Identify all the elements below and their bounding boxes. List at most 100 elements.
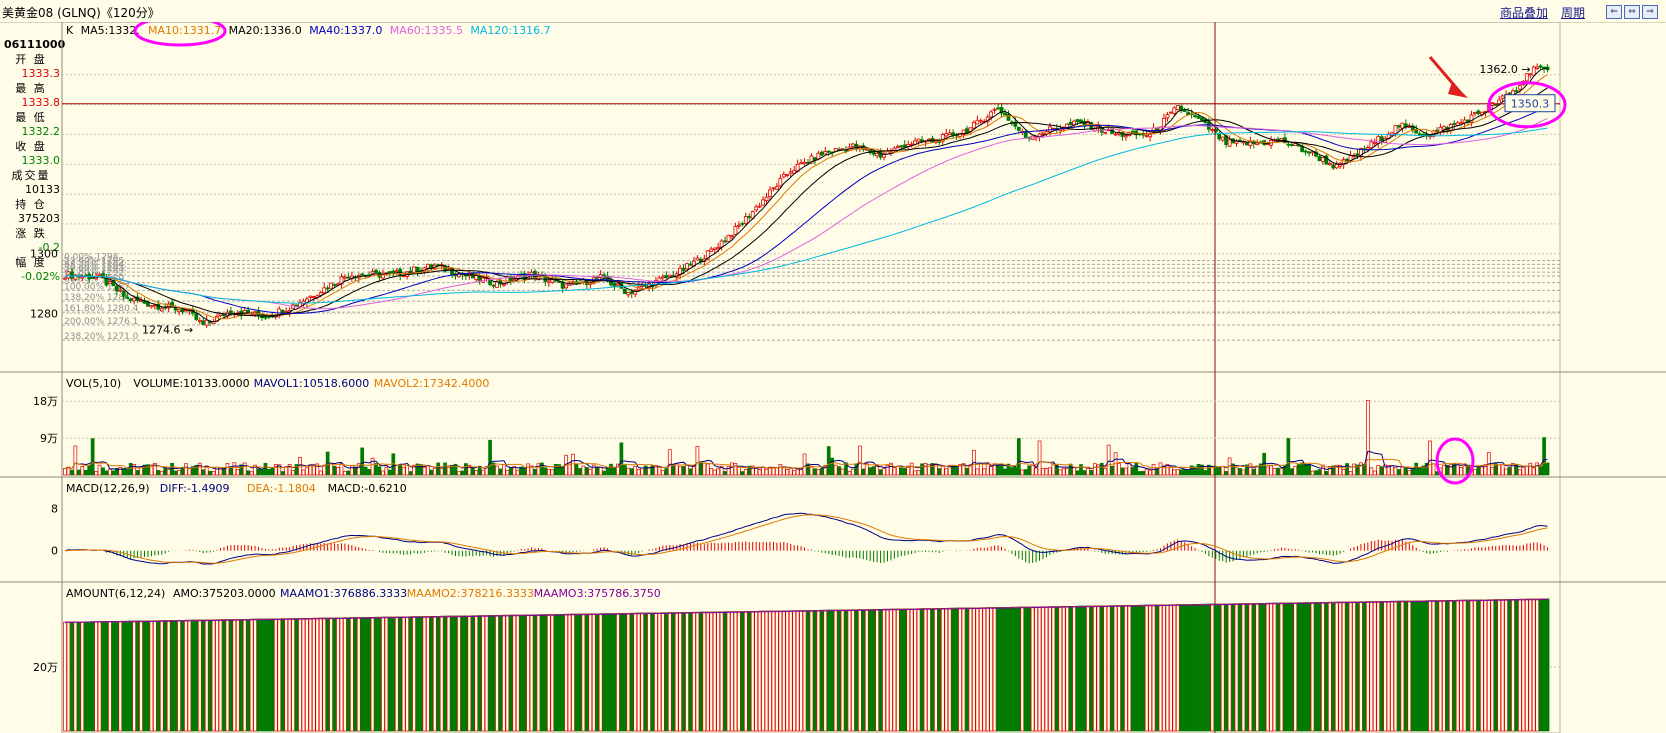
amo-bar-162 [622,613,627,732]
candle-body-194 [733,226,738,235]
amo-bar-334 [1217,603,1222,732]
candle-body-354 [1286,143,1291,146]
candle-body-408 [1473,112,1477,114]
vol-bar-151 [584,466,589,476]
scroll-left-icon[interactable]: ⇐ [1606,5,1622,19]
amo-bar-180 [685,612,689,732]
candle-body-378 [1369,141,1374,149]
amo-bar-237 [882,608,886,732]
amo-bar-9 [94,621,98,732]
vol-bar-40 [201,469,206,476]
vol-bar-372 [1348,471,1353,476]
amo-bar-378 [1369,601,1374,732]
candle-body-124 [491,284,496,287]
vol-bar-404 [1459,467,1463,476]
vol-bar-131 [515,469,520,476]
amo-bar-397 [1435,600,1439,732]
vol-bar-89 [370,457,375,476]
amo-bar-273 [1006,606,1011,732]
amo-bar-128 [505,614,510,732]
amo-bar-135 [529,614,534,732]
amo-bar-146 [567,613,572,732]
candle-body-420 [1514,90,1519,92]
amo-bar-93 [384,616,389,732]
candle-body-25 [149,305,154,308]
vol-bar-3 [73,445,78,476]
vol-bar-352 [1279,468,1284,476]
vol-bar-328 [1196,463,1201,476]
expand-icon[interactable]: ⇔ [1624,5,1640,19]
amo-bar-236 [878,609,883,732]
amo-bar-346 [1258,603,1263,732]
candle-body-418 [1507,92,1512,95]
amo-bar-269 [992,607,997,732]
candle-body-332 [1210,129,1215,131]
amo-bar-73 [315,617,320,732]
amo-bar-256 [947,607,952,732]
scroll-right-icon[interactable]: ⇒ [1642,5,1658,19]
amo-bar-310 [1134,604,1139,732]
candle-body-209 [785,174,790,176]
candle-body-272 [1003,112,1007,116]
vol-bar-266 [982,468,987,476]
vol-bar-93 [384,466,389,476]
amo-bar-185 [702,611,707,732]
amo-bar-394 [1424,600,1429,732]
amo-bar-358 [1300,602,1305,732]
chart-area[interactable]: 12801300 0.00% 1298.23.60% 1295.38.20% 12… [0,22,1666,733]
candle-body-32 [173,307,178,311]
vol-bar-413 [1490,466,1495,476]
amo-bar-248 [920,608,924,732]
amo-bar-30 [166,620,171,732]
vol-bar-417 [1504,468,1508,476]
amo-bar-228 [851,609,855,732]
candle-body-425 [1531,66,1536,76]
amo-bar-368 [1334,601,1339,732]
amo-bar-27 [156,620,161,732]
amo-bar-36 [187,619,192,732]
amo-bar-300 [1099,605,1104,732]
vol-bar-227 [847,471,852,476]
amo-bar-429 [1545,598,1550,732]
amo-bar-357 [1296,602,1301,732]
vol-bar-283 [1041,467,1045,476]
vol-bar-78 [332,465,337,476]
vol-bar-133 [522,468,527,476]
amo-bar-422 [1521,598,1526,732]
vol-bar-75 [322,464,327,476]
amo-bar-296 [1086,605,1090,732]
price-annotation-1: 1274.6 → [142,323,193,336]
amo-bar-35 [184,619,188,732]
vol-bar-7 [87,465,92,476]
amo-bar-355 [1289,602,1294,732]
period-button[interactable]: 周期 [1561,4,1585,21]
vol-bar-228 [851,468,855,476]
amo-bar-354 [1286,602,1291,732]
vol-bar-194 [733,463,738,476]
amo-bar-244 [906,608,911,732]
amo-bar-205 [771,610,776,732]
ma-line-5 [64,67,1548,323]
amo-bar-417 [1504,599,1508,732]
amo-bar-107 [432,616,437,732]
amo-bar-220 [823,609,828,732]
amo-bar-361 [1310,602,1315,732]
amo-bar-10 [97,621,102,732]
vol-bar-294 [1079,464,1083,476]
fib-label-6: 100.00% 1287. [64,282,133,292]
amo-bar-23 [142,620,147,732]
vol-bar-81 [343,471,347,476]
vol-bar-354 [1286,438,1291,476]
amo-bar-399 [1442,600,1446,732]
candle-body-304 [1113,133,1118,136]
vol-legend-2: MAVOL1:10518.6000 [254,377,370,390]
amo-bar-202 [761,610,765,732]
amo-bar-152 [588,613,593,732]
amo-bar-345 [1255,603,1260,732]
vol-bar-323 [1179,469,1184,476]
amo-bar-393 [1421,600,1425,732]
vol-bar-312 [1141,471,1146,476]
candle-body-205 [771,187,776,190]
price-legend-0: K [66,24,74,37]
overlay-button[interactable]: 商品叠加 [1500,4,1548,21]
